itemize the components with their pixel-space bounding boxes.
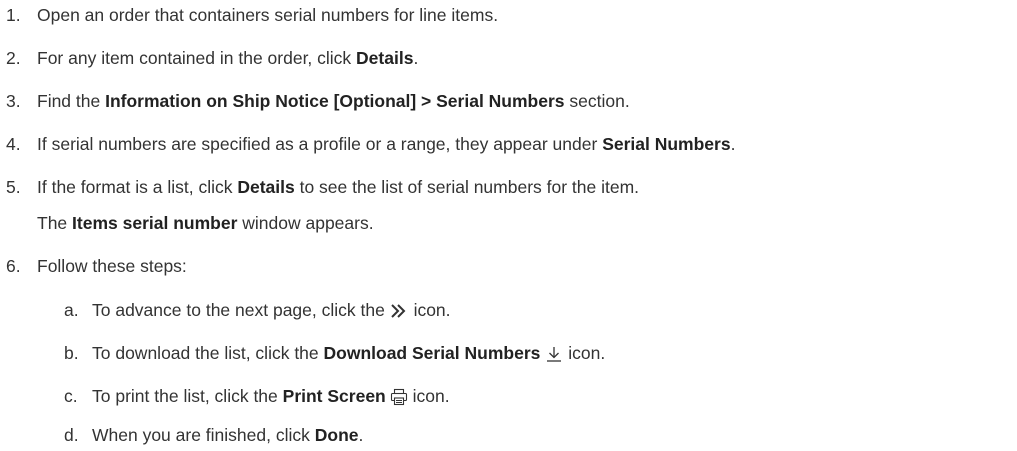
ui-term-items-serial-number: Items serial number bbox=[72, 213, 238, 233]
step-text-part: To print the list, click the bbox=[92, 386, 283, 406]
substep-text: To print the list, click the Print Scree… bbox=[92, 386, 450, 407]
substep-text: To advance to the next page, click the i… bbox=[92, 300, 451, 321]
step-number: 6. bbox=[6, 256, 21, 276]
step-text: Follow these steps: bbox=[37, 256, 187, 277]
step-text-part: Follow these steps: bbox=[37, 256, 187, 276]
ui-term-serial-numbers: Serial Numbers bbox=[602, 134, 731, 154]
step-text-part: section. bbox=[564, 91, 630, 111]
step-number: 4. bbox=[6, 134, 21, 154]
substep-letter: b. bbox=[64, 343, 79, 363]
step-text-part: The bbox=[37, 213, 73, 233]
step-text: If serial numbers are specified as a pro… bbox=[37, 134, 735, 155]
step-text-part: When you are finished, click bbox=[92, 425, 315, 445]
substep-text: When you are finished, click Done. bbox=[92, 425, 363, 446]
step-text-part: to see the list of serial numbers for th… bbox=[294, 177, 640, 197]
next-page-icon bbox=[390, 303, 407, 319]
step-text: If the format is a list, click Details t… bbox=[37, 177, 639, 198]
step-text-part: If serial numbers are specified as a pro… bbox=[37, 134, 603, 154]
ui-term-print-screen: Print Screen bbox=[282, 386, 386, 406]
substep-text: To download the list, click the Download… bbox=[92, 343, 605, 364]
step-text: For any item contained in the order, cli… bbox=[37, 48, 418, 69]
step-number: 2. bbox=[6, 48, 21, 68]
ui-term-serial-numbers-section: Information on Ship Notice [Optional] > … bbox=[105, 91, 565, 111]
step-text-part: If the format is a list, click bbox=[37, 177, 238, 197]
step-text-part: icon. bbox=[407, 386, 450, 406]
step-text-part: Open an order that containers serial num… bbox=[37, 5, 499, 25]
substep-letter: c. bbox=[64, 386, 78, 406]
step-text-part: For any item contained in the order, cli… bbox=[37, 48, 357, 68]
step-text-part: To download the list, click the bbox=[92, 343, 324, 363]
step-number: 3. bbox=[6, 91, 21, 111]
step-text: Open an order that containers serial num… bbox=[37, 5, 498, 26]
print-icon bbox=[390, 388, 408, 406]
step-text-part: To advance to the next page, click the bbox=[92, 300, 390, 320]
step-text-part: . bbox=[413, 48, 419, 68]
step-number: 1. bbox=[6, 5, 21, 25]
substep-letter: a. bbox=[64, 300, 79, 320]
step-text-part: window appears. bbox=[237, 213, 374, 233]
step-text-part: . bbox=[730, 134, 736, 154]
ui-term-download-serial-numbers: Download Serial Numbers bbox=[323, 343, 541, 363]
step-text-part: icon. bbox=[563, 343, 606, 363]
substep-letter: d. bbox=[64, 425, 79, 445]
step-text: Find the Information on Ship Notice [Opt… bbox=[37, 91, 630, 112]
download-icon bbox=[545, 345, 563, 363]
step-text-part: . bbox=[358, 425, 364, 445]
ui-term-details: Details bbox=[237, 177, 295, 197]
ui-term-details: Details bbox=[356, 48, 414, 68]
step-text-part: Find the bbox=[37, 91, 106, 111]
step-number: 5. bbox=[6, 177, 21, 197]
ui-term-done: Done bbox=[314, 425, 359, 445]
step-result-text: The Items serial number window appears. bbox=[37, 213, 374, 234]
step-text-part: icon. bbox=[408, 300, 451, 320]
